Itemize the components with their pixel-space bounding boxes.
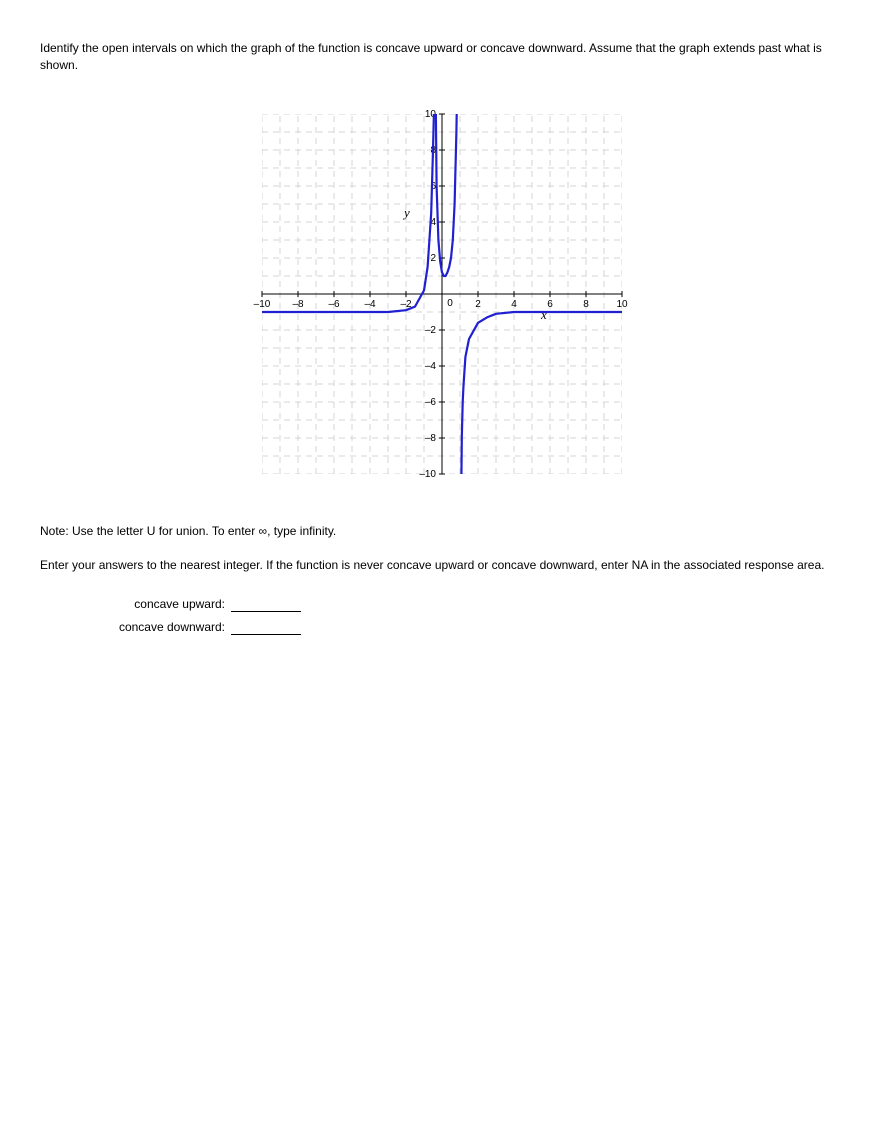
- question-text: Identify the open intervals on which the…: [40, 40, 844, 74]
- concave-downward-label: concave downward:: [90, 620, 231, 634]
- instruction-text: Enter your answers to the nearest intege…: [40, 558, 844, 572]
- note-text: Note: Use the letter U for union. To ent…: [40, 524, 844, 538]
- svg-text:–8: –8: [425, 433, 437, 444]
- svg-text:–6: –6: [328, 299, 340, 310]
- svg-text:–10: –10: [254, 299, 271, 310]
- chart-container: –10–8–6–4–20246810–10–8–6–4–2246810xy: [40, 94, 844, 494]
- svg-text:–4: –4: [364, 299, 376, 310]
- svg-text:0: 0: [447, 298, 453, 309]
- svg-text:y: y: [402, 205, 410, 220]
- svg-text:4: 4: [511, 299, 517, 310]
- svg-text:10: 10: [616, 299, 628, 310]
- answer-row-downward: concave downward:: [90, 620, 844, 635]
- function-graph: –10–8–6–4–20246810–10–8–6–4–2246810xy: [242, 94, 642, 494]
- svg-text:x: x: [540, 307, 547, 322]
- concave-upward-label: concave upward:: [90, 597, 231, 611]
- svg-text:2: 2: [475, 299, 481, 310]
- concave-upward-input[interactable]: [231, 597, 301, 612]
- answer-row-upward: concave upward:: [90, 597, 844, 612]
- svg-text:–4: –4: [425, 361, 437, 372]
- svg-text:–8: –8: [292, 299, 304, 310]
- svg-text:2: 2: [430, 253, 436, 264]
- svg-text:–2: –2: [425, 325, 437, 336]
- svg-text:–6: –6: [425, 397, 437, 408]
- svg-text:6: 6: [547, 299, 553, 310]
- svg-text:8: 8: [583, 299, 589, 310]
- svg-text:–10: –10: [419, 469, 436, 480]
- concave-downward-input[interactable]: [231, 620, 301, 635]
